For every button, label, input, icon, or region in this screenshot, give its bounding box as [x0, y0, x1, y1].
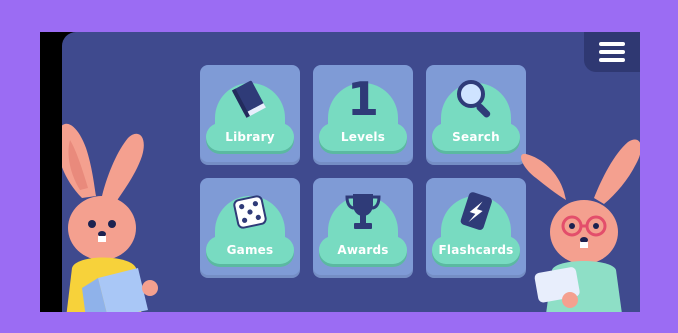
- flashcard-icon: [426, 186, 526, 238]
- flashcards-tile[interactable]: Flashcards: [426, 178, 526, 278]
- bunny-reading-illustration: [62, 118, 192, 312]
- games-tile[interactable]: Games: [200, 178, 300, 278]
- awards-tile[interactable]: Awards: [313, 178, 413, 278]
- search-tile[interactable]: Search: [426, 65, 526, 165]
- dice-icon: [200, 186, 300, 238]
- awards-label: Awards: [319, 236, 407, 264]
- main-menu-grid: Library 1 Levels Search Games Awards Fla…: [200, 65, 526, 278]
- levels-tile[interactable]: 1 Levels: [313, 65, 413, 165]
- magnifier-icon: [426, 73, 526, 125]
- search-label: Search: [432, 123, 520, 151]
- app-screen: Library 1 Levels Search Games Awards Fla…: [62, 32, 640, 312]
- trophy-icon: [313, 186, 413, 238]
- flashcards-label: Flashcards: [432, 236, 520, 264]
- number-one-icon: 1: [346, 72, 379, 126]
- menu-button[interactable]: [584, 32, 640, 72]
- library-label: Library: [206, 123, 294, 151]
- levels-label: Levels: [319, 123, 407, 151]
- games-label: Games: [206, 236, 294, 264]
- book-icon: [200, 73, 300, 125]
- device-frame: Library 1 Levels Search Games Awards Fla…: [40, 32, 640, 312]
- hamburger-menu-icon: [599, 42, 625, 46]
- library-tile[interactable]: Library: [200, 65, 300, 165]
- bunny-with-glasses-illustration: [518, 124, 640, 312]
